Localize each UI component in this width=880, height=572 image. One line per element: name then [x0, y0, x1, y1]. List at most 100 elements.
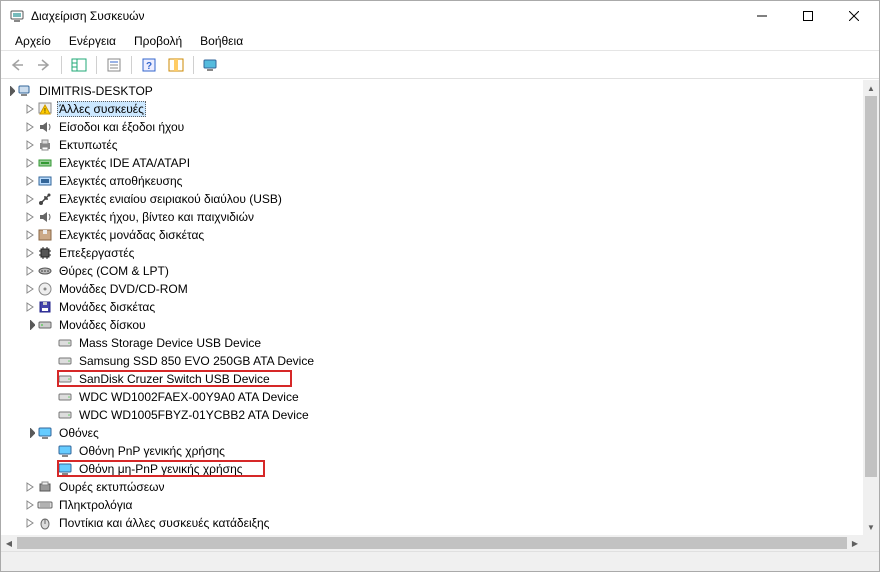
tree-node[interactable]: Samsung SSD 850 EVO 250GB ATA Device — [3, 352, 863, 370]
expand-icon[interactable] — [23, 498, 37, 512]
expand-icon[interactable] — [23, 210, 37, 224]
tree-node-label[interactable]: WDC WD1005FBYZ-01YCBB2 ATA Device — [77, 408, 311, 422]
tree-node-label[interactable]: Οθόνη μη-PnP γενικής χρήσης — [77, 462, 245, 476]
disk-icon — [37, 317, 53, 333]
tree-node[interactable]: Θύρες (COM & LPT) — [3, 262, 863, 280]
scroll-left-icon[interactable]: ◀ — [1, 535, 17, 551]
menu-help[interactable]: Βοήθεια — [192, 33, 251, 49]
toolbar-separator — [96, 56, 97, 74]
tree-node[interactable]: Ποντίκια και άλλες συσκευές κατάδειξης — [3, 514, 863, 532]
tree-node[interactable]: WDC WD1002FAEX-00Y9A0 ATA Device — [3, 388, 863, 406]
expand-icon[interactable] — [23, 246, 37, 260]
tree-node-label[interactable]: Επεξεργαστές — [57, 246, 136, 260]
tree-node[interactable]: Οθόνη PnP γενικής χρήσης — [3, 442, 863, 460]
scroll-down-icon[interactable]: ▼ — [863, 519, 879, 535]
vertical-scrollbar[interactable]: ▲ ▼ — [863, 80, 879, 535]
tree-node[interactable]: Εκτυπωτές — [3, 136, 863, 154]
expand-icon[interactable] — [23, 174, 37, 188]
tree-node[interactable]: Ελεγκτές ενιαίου σειριακού διαύλου (USB) — [3, 190, 863, 208]
tree-node-label[interactable]: Θύρες (COM & LPT) — [57, 264, 171, 278]
expand-icon[interactable] — [23, 264, 37, 278]
scroll-up-icon[interactable]: ▲ — [863, 80, 879, 96]
show-hide-tree-button[interactable] — [67, 54, 91, 76]
device-tree[interactable]: DIMITRIS-DESKTOP !Άλλες συσκευές Είσοδοι κ… — [1, 80, 863, 535]
expand-icon[interactable] — [23, 228, 37, 242]
scroll-thumb[interactable] — [865, 96, 877, 477]
tree-node-label[interactable]: Ελεγκτές αποθήκευσης — [57, 174, 184, 188]
tree-node[interactable]: DIMITRIS-DESKTOP — [3, 82, 863, 100]
tree-node-label[interactable]: DIMITRIS-DESKTOP — [37, 84, 155, 98]
tree-node-label[interactable]: Οθόνη PnP γενικής χρήσης — [77, 444, 227, 458]
tree-node-label[interactable]: Είσοδοι και έξοδοι ήχου — [57, 120, 186, 134]
tree-node-label[interactable]: Samsung SSD 850 EVO 250GB ATA Device — [77, 354, 316, 368]
tree-node[interactable]: Πληκτρολόγια — [3, 496, 863, 514]
collapse-icon[interactable] — [3, 84, 17, 98]
help-button[interactable]: ? — [137, 54, 161, 76]
tree-node-label[interactable]: Πληκτρολόγια — [57, 498, 134, 512]
expand-icon[interactable] — [23, 192, 37, 206]
tree-node[interactable]: Ουρές εκτυπώσεων — [3, 478, 863, 496]
tree-node-label[interactable]: Εκτυπωτές — [57, 138, 120, 152]
scan-hardware-button[interactable] — [164, 54, 188, 76]
tree-node[interactable]: WDC WD1005FBYZ-01YCBB2 ATA Device — [3, 406, 863, 424]
tree-node-label[interactable]: Ελεγκτές ενιαίου σειριακού διαύλου (USB) — [57, 192, 284, 206]
monitor-icon — [57, 443, 73, 459]
expand-icon[interactable] — [23, 300, 37, 314]
close-button[interactable] — [831, 1, 877, 31]
collapse-icon[interactable] — [23, 318, 37, 332]
expand-icon[interactable] — [23, 480, 37, 494]
tree-node-label[interactable]: SanDisk Cruzer Switch USB Device — [77, 372, 272, 386]
monitor-button[interactable] — [199, 54, 223, 76]
toolbar: ? — [1, 51, 879, 79]
expand-icon[interactable] — [23, 102, 37, 116]
tree-node-label[interactable]: Μονάδες δισκέτας — [57, 300, 157, 314]
tree-node-label[interactable]: Ελεγκτές IDE ATA/ATAPI — [57, 156, 192, 170]
menu-file[interactable]: Αρχείο — [7, 33, 59, 49]
collapse-icon[interactable] — [23, 426, 37, 440]
tree-node-label[interactable]: Μονάδες δίσκου — [57, 318, 148, 332]
tree-node-label[interactable]: Ελεγκτές μονάδας δισκέτας — [57, 228, 206, 242]
tree-node[interactable]: Οθόνη μη-PnP γενικής χρήσης — [3, 460, 863, 478]
expand-icon[interactable] — [23, 138, 37, 152]
expand-icon[interactable] — [23, 120, 37, 134]
tree-node[interactable]: Μονάδες DVD/CD-ROM — [3, 280, 863, 298]
tree-node-label[interactable]: Ελεγκτές ήχου, βίντεο και παιχνιδιών — [57, 210, 256, 224]
monitor-icon — [57, 461, 73, 477]
printqueue-icon — [37, 479, 53, 495]
scroll-right-icon[interactable]: ▶ — [847, 535, 863, 551]
properties-button[interactable] — [102, 54, 126, 76]
tree-node[interactable]: Μονάδες δισκέτας — [3, 298, 863, 316]
expand-icon[interactable] — [23, 516, 37, 530]
tree-node[interactable]: Είσοδοι και έξοδοι ήχου — [3, 118, 863, 136]
tree-node[interactable]: !Άλλες συσκευές — [3, 100, 863, 118]
scroll-track[interactable] — [17, 535, 847, 551]
audio-icon — [37, 119, 53, 135]
tree-node-label[interactable]: WDC WD1002FAEX-00Y9A0 ATA Device — [77, 390, 301, 404]
tree-node-label[interactable]: Mass Storage Device USB Device — [77, 336, 263, 350]
tree-node[interactable]: Ελεγκτές ήχου, βίντεο και παιχνιδιών — [3, 208, 863, 226]
scroll-thumb[interactable] — [17, 537, 847, 549]
tree-node[interactable]: SanDisk Cruzer Switch USB Device — [3, 370, 863, 388]
tree-node[interactable]: Ελεγκτές αποθήκευσης — [3, 172, 863, 190]
expand-icon[interactable] — [23, 282, 37, 296]
tree-node[interactable]: Επεξεργαστές — [3, 244, 863, 262]
minimize-button[interactable] — [739, 1, 785, 31]
tree-node[interactable]: Μονάδες δίσκου — [3, 316, 863, 334]
expand-icon[interactable] — [23, 156, 37, 170]
tree-node-label[interactable]: Μονάδες DVD/CD-ROM — [57, 282, 190, 296]
tree-node-label[interactable]: Ουρές εκτυπώσεων — [57, 480, 166, 494]
maximize-button[interactable] — [785, 1, 831, 31]
menu-view[interactable]: Προβολή — [126, 33, 190, 49]
tree-node[interactable]: Mass Storage Device USB Device — [3, 334, 863, 352]
cdrom-icon — [37, 281, 53, 297]
scroll-track[interactable] — [863, 96, 879, 519]
tree-node-label[interactable]: Οθόνες — [57, 426, 101, 440]
menu-action[interactable]: Ενέργεια — [61, 33, 124, 49]
tree-node[interactable]: Ελεγκτές IDE ATA/ATAPI — [3, 154, 863, 172]
tree-node-label[interactable]: Ποντίκια και άλλες συσκευές κατάδειξης — [57, 516, 271, 530]
horizontal-scrollbar[interactable]: ◀ ▶ — [1, 535, 863, 551]
tree-node-label[interactable]: Άλλες συσκευές — [57, 101, 146, 117]
tree-node[interactable]: Ελεγκτές μονάδας δισκέτας — [3, 226, 863, 244]
tree-node[interactable]: Οθόνες — [3, 424, 863, 442]
content-area: DIMITRIS-DESKTOP !Άλλες συσκευές Είσοδοι κ… — [1, 79, 879, 551]
